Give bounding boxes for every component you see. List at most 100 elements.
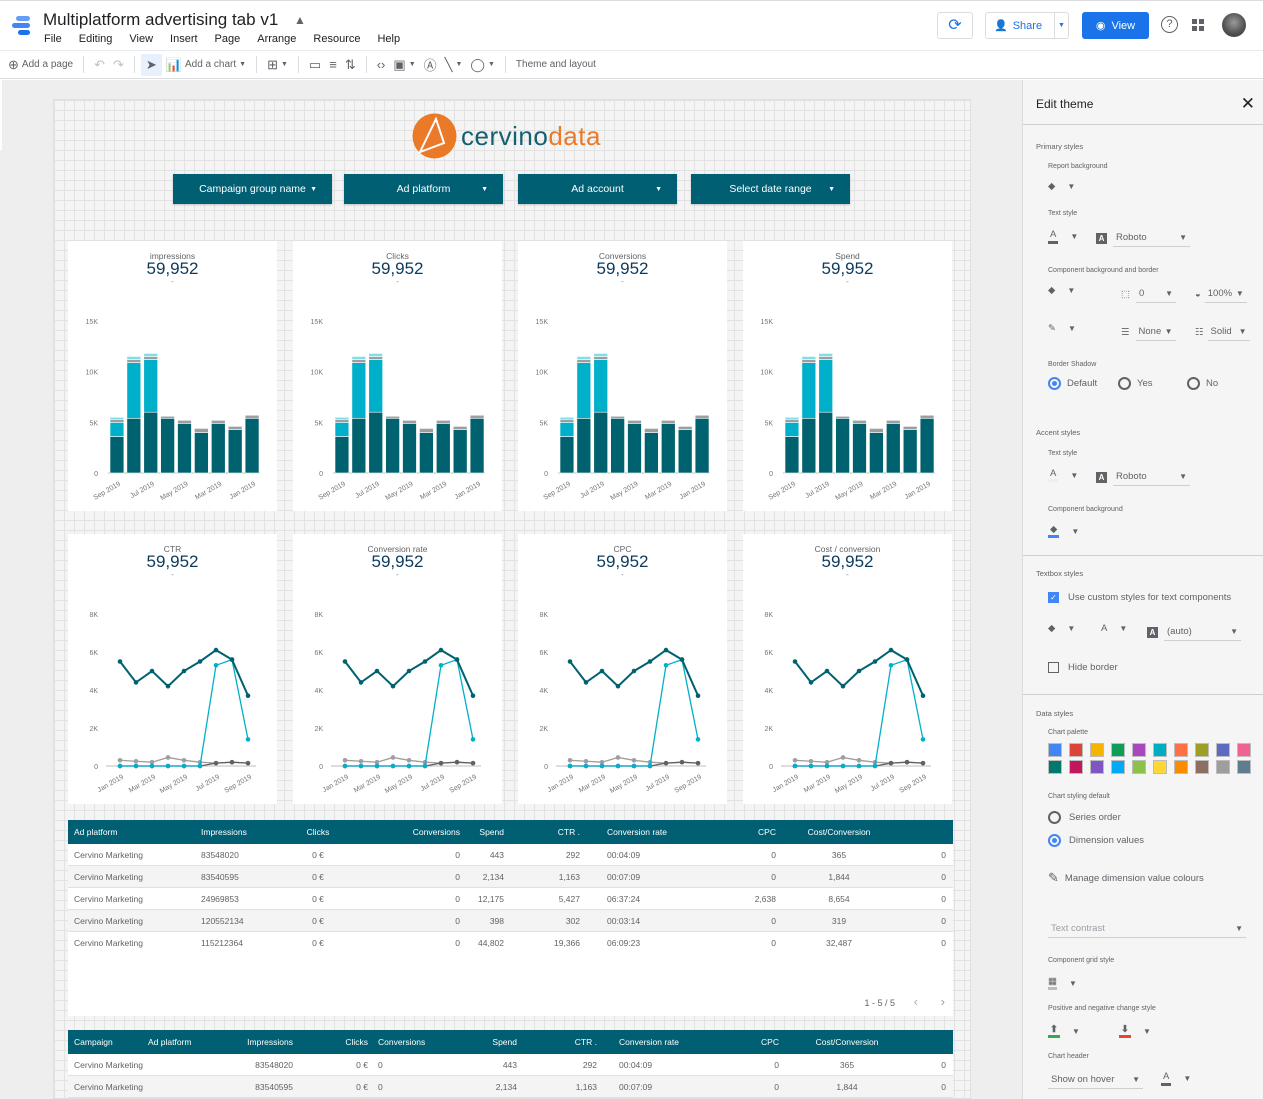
chart-palette[interactable]	[1048, 743, 1251, 774]
column-header[interactable]	[908, 1030, 946, 1054]
image-tool[interactable]: ▣ ▼	[389, 51, 419, 78]
avatar[interactable]	[1222, 13, 1246, 37]
menu-arrange[interactable]: Arrange	[257, 33, 296, 45]
palette-swatch[interactable]	[1216, 760, 1230, 774]
border-color-picker[interactable]: ✎ ▼	[1048, 323, 1076, 334]
drive-icon[interactable]: ▲	[294, 13, 306, 27]
border-radius-select[interactable]: ⬚ 0 ▼	[1121, 285, 1176, 303]
stacked-bar-chart[interactable]: 0 5K 10K 15K Sep 2019 Jul 2019 May 2019 Mar 201…	[743, 301, 952, 511]
table-row[interactable]: Cervino Marketing 120552134 0 € 0 398 302 00:0…	[68, 910, 953, 932]
textbox-text-color-picker[interactable]: A ▼	[1101, 623, 1127, 634]
column-header[interactable]: Conversion rate	[619, 1030, 699, 1054]
column-header[interactable]: Conversion rate	[607, 820, 687, 844]
close-icon[interactable]: ✕	[1241, 94, 1255, 114]
palette-swatch[interactable]	[1048, 743, 1062, 757]
grid-style-picker[interactable]: ▦ ▼	[1048, 976, 1077, 990]
report-title[interactable]: Multiplatform advertising tab v1	[43, 10, 278, 30]
menu-editing[interactable]: Editing	[79, 33, 113, 45]
menu-insert[interactable]: Insert	[170, 33, 198, 45]
menu-resource[interactable]: Resource	[313, 33, 360, 45]
border-style-select[interactable]: ☷ Solid ▼	[1195, 323, 1250, 341]
filter-campaign-group[interactable]: Campaign group name ▼	[173, 174, 332, 204]
refresh-button[interactable]: ⟳	[937, 12, 973, 39]
date-range-tool[interactable]: ▭	[305, 51, 325, 78]
accent-text-color-picker[interactable]: A ▼	[1048, 468, 1078, 482]
palette-swatch[interactable]	[1090, 760, 1104, 774]
view-button[interactable]: ◉ View	[1082, 12, 1149, 39]
add-control-button[interactable]: ⊞ ▼	[263, 51, 292, 78]
text-tool[interactable]: Ⓐ	[420, 51, 441, 78]
column-header[interactable]: CTR .	[528, 820, 580, 844]
scorecard-clicks[interactable]: Clicks 59,952 - 0 5K 10K 15K Sep 2019 Jul 201…	[293, 241, 502, 511]
campaign-table[interactable]: Campaign Ad platform Impressions Clicks Conv…	[68, 1030, 953, 1098]
apps-grid-icon[interactable]	[1192, 19, 1204, 31]
scorecard-impressions[interactable]: impressions 59,952 - 0 5K 10K 15K Sep 2019 Ju…	[68, 241, 277, 511]
filter-date-range[interactable]: Select date range ▼	[691, 174, 850, 204]
report-background-picker[interactable]: ◆ ▼	[1048, 181, 1075, 192]
opacity-select[interactable]: ◒ 100% ▼	[1195, 285, 1247, 303]
accent-bg-picker[interactable]: ◆ ▼	[1048, 524, 1079, 538]
table-row[interactable]: Cervino Marketing 83540595 0 € 0 2,134 1,163 0…	[68, 866, 953, 888]
textbox-bg-picker[interactable]: ◆ ▼	[1048, 623, 1075, 634]
palette-swatch[interactable]	[1132, 743, 1146, 757]
palette-swatch[interactable]	[1153, 760, 1167, 774]
palette-swatch[interactable]	[1174, 743, 1188, 757]
checkbox-custom-styles[interactable]: ✓ Use custom styles for text components	[1048, 592, 1231, 603]
column-header[interactable]: CTR .	[528, 1030, 597, 1054]
column-header[interactable]: Cost/Conversion	[788, 1030, 906, 1054]
theme-layout-button[interactable]: Theme and layout	[512, 51, 600, 78]
palette-swatch[interactable]	[1216, 743, 1230, 757]
palette-swatch[interactable]	[1090, 743, 1104, 757]
text-contrast-select[interactable]: Text contrast ▼	[1048, 920, 1246, 938]
line-chart[interactable]: 0 2K 4K 6K 8K Jan 2019 Mar 2019 May 2019 Jul 201…	[518, 594, 727, 804]
column-header[interactable]: Campaign	[74, 1030, 144, 1054]
palette-swatch[interactable]	[1237, 743, 1251, 757]
checkbox-hide-border[interactable]: Hide border	[1048, 662, 1118, 673]
ad-platform-table[interactable]: Ad platform Impressions Clicks Conversions S…	[68, 820, 953, 954]
filter-ad-platform[interactable]: Ad platform ▼	[344, 174, 503, 204]
column-header[interactable]: Clicks	[288, 1030, 368, 1054]
palette-swatch[interactable]	[1195, 743, 1209, 757]
column-header[interactable]	[908, 820, 946, 844]
positive-change-picker[interactable]: ⬆ ▼	[1048, 1024, 1080, 1038]
palette-swatch[interactable]	[1069, 743, 1083, 757]
font-family-select[interactable]: A Roboto ▼	[1096, 229, 1190, 247]
stacked-bar-chart[interactable]: 0 5K 10K 15K Sep 2019 Jul 2019 May 2019 Mar 201…	[518, 301, 727, 511]
radio-shadow-no[interactable]: No	[1187, 377, 1218, 390]
column-header[interactable]: Conversions	[378, 820, 460, 844]
share-dropdown[interactable]: ▼	[1054, 13, 1068, 38]
next-page-button[interactable]: ›	[941, 994, 945, 1009]
redo-button[interactable]: ↷	[109, 51, 128, 78]
column-header[interactable]: Clicks	[288, 820, 348, 844]
menu-help[interactable]: Help	[377, 33, 400, 45]
stacked-bar-chart[interactable]: 0 5K 10K 15K Sep 2019 Jul 2019 May 2019 Mar 201…	[68, 301, 277, 511]
table-row[interactable]: Cervino Marketing 83548020 0 € 0 443 292 00:04…	[68, 1054, 953, 1076]
add-chart-button[interactable]: 📊 Add a chart ▼	[162, 51, 250, 78]
add-page-button[interactable]: ⊕ Add a page	[0, 51, 77, 78]
column-header[interactable]: Ad platform	[148, 1030, 218, 1054]
filter-tool[interactable]: ≡	[325, 51, 341, 78]
table-row[interactable]: Cervino Marketing 83548020 0 € 0 443 292 00:04…	[68, 844, 953, 866]
text-color-picker[interactable]: A ▼	[1048, 229, 1078, 244]
line-chart[interactable]: 0 2K 4K 6K 8K Jan 2019 Mar 2019 May 2019 Jul 201…	[743, 594, 952, 804]
scorecard-cpc[interactable]: CPC 59,952 - 0 2K 4K 6K 8K Jan 2019 Mar 2019 Ma…	[518, 534, 727, 804]
manage-colours-link[interactable]: ✎ Manage dimension value colours	[1048, 870, 1204, 886]
table-row[interactable]: Cervino Marketing 83540595 0 € 0 2,134 1,163 0…	[68, 1076, 953, 1098]
accent-font-select[interactable]: A Roboto ▼	[1096, 468, 1190, 486]
palette-swatch[interactable]	[1132, 760, 1146, 774]
radio-series-order[interactable]: Series order	[1048, 811, 1121, 824]
scorecard-conversions[interactable]: Conversions 59,952 - 0 5K 10K 15K Sep 2019 Ju…	[518, 241, 727, 511]
palette-swatch[interactable]	[1048, 760, 1062, 774]
column-header[interactable]: Ad platform	[74, 820, 184, 844]
scorecard-cost-per-conversion[interactable]: Cost / conversion 59,952 - 0 2K 4K 6K 8K Jan …	[743, 534, 952, 804]
menu-view[interactable]: View	[129, 33, 153, 45]
negative-change-picker[interactable]: ⬇ ▼	[1119, 1024, 1151, 1038]
column-header[interactable]: CPC	[708, 1030, 779, 1054]
embed-tool[interactable]: ‹›	[373, 51, 390, 78]
palette-swatch[interactable]	[1153, 743, 1167, 757]
previous-page-button[interactable]: ‹	[914, 994, 918, 1009]
column-header[interactable]: Impressions	[201, 820, 281, 844]
stacked-bar-chart[interactable]: 0 5K 10K 15K Sep 2019 Jul 2019 May 2019 Mar 201…	[293, 301, 502, 511]
radio-shadow-yes[interactable]: Yes	[1118, 377, 1153, 390]
menu-page[interactable]: Page	[215, 33, 241, 45]
